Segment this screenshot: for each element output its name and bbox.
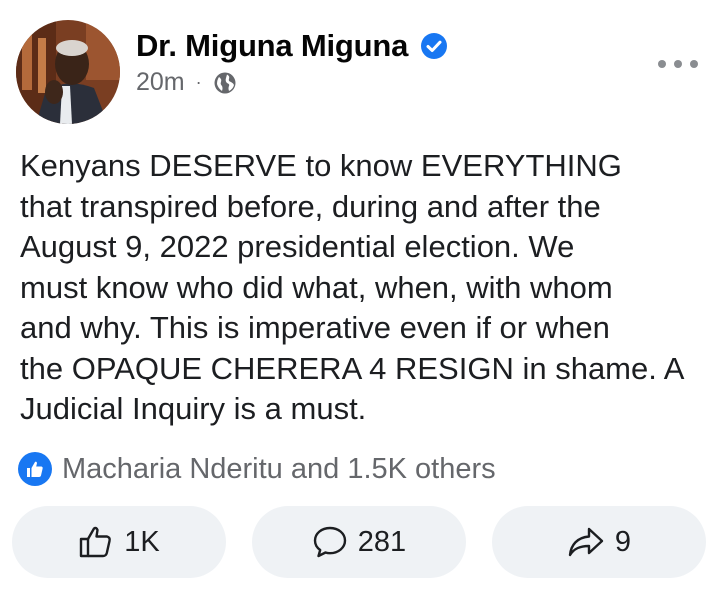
meta-separator: · [195,72,202,92]
action-bar: 1K 281 9 [0,506,720,578]
thumbs-up-icon [80,526,112,558]
more-options-icon[interactable] [658,54,698,74]
like-reaction-icon [18,452,52,486]
post-text: Kenyans DESERVE to know EVERYTHING that … [20,146,710,430]
author-name[interactable]: Dr. Miguna Miguna [136,28,408,64]
share-button[interactable]: 9 [492,506,706,578]
more-dot [658,60,666,68]
author-row: Dr. Miguna Miguna [136,28,448,64]
post-timestamp[interactable]: 20m [136,68,185,97]
like-count: 1K [124,525,160,558]
post-text-line: Judicial Inquiry is a must. [20,391,367,426]
post-text-line: that transpired before, during and after… [20,188,601,224]
reactions-text[interactable]: Macharia Nderitu and 1.5K others [62,453,496,486]
more-dot [674,60,682,68]
post-text-line: must know who did what, when, with whom [20,269,613,305]
post-text-line: Kenyans DESERVE to know EVERYTHING [20,148,622,183]
facebook-post: Dr. Miguna Miguna 20m · Kenyans DESERVE … [0,0,720,594]
author-avatar[interactable] [16,20,120,124]
post-text-line: the OPAQUE CHERERA 4 RESIGN in shame. A [20,350,685,386]
more-dot [690,60,698,68]
verified-badge-icon [420,32,448,60]
comment-button[interactable]: 281 [252,506,466,578]
share-arrow-icon [568,527,604,557]
globe-icon[interactable] [213,71,237,95]
post-text-line: and why. This is imperative even if or w… [20,310,610,345]
comment-icon [313,526,346,558]
share-count: 9 [614,525,632,558]
comment-count: 281 [357,525,407,558]
post-text-line: August 9, 2022 presidential election. We [20,229,575,264]
post-meta: 20m · [136,68,237,97]
like-button[interactable]: 1K [12,506,226,578]
reactions-summary[interactable]: Macharia Nderitu and 1.5K others [18,452,496,486]
